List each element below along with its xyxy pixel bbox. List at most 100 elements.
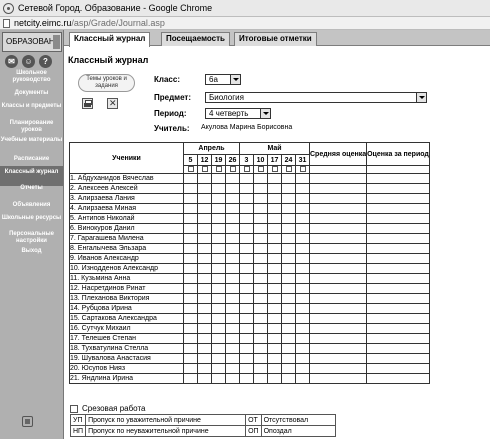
tab-attendance[interactable]: Посещаемость <box>161 32 230 46</box>
grade-cell[interactable] <box>295 353 310 364</box>
grade-cell[interactable] <box>239 233 254 244</box>
grade-cell[interactable] <box>225 223 240 234</box>
users-icon[interactable]: ☺ <box>22 55 35 68</box>
grade-cell[interactable] <box>225 333 240 344</box>
grade-cell[interactable] <box>183 323 198 334</box>
grade-cell[interactable] <box>183 243 198 254</box>
grade-cell[interactable] <box>267 343 282 354</box>
grade-cell[interactable] <box>183 213 198 224</box>
grade-cell[interactable] <box>183 353 198 364</box>
grade-cell[interactable] <box>267 243 282 254</box>
grade-cell[interactable] <box>211 283 226 294</box>
grade-cell[interactable] <box>253 313 268 324</box>
grade-cell[interactable] <box>211 253 226 264</box>
grade-cell[interactable] <box>281 193 296 204</box>
grade-cell[interactable] <box>253 333 268 344</box>
grade-cell[interactable] <box>183 253 198 264</box>
grade-cell[interactable] <box>295 213 310 224</box>
sidebar-item-class-journal[interactable]: Классный журнал <box>0 166 63 186</box>
grade-cell[interactable] <box>295 203 310 214</box>
grade-cell[interactable] <box>183 223 198 234</box>
grade-cell[interactable] <box>239 223 254 234</box>
day-header[interactable]: 10 <box>253 154 268 166</box>
grade-cell[interactable] <box>211 203 226 214</box>
grade-cell[interactable] <box>253 373 268 384</box>
grade-cell[interactable] <box>239 343 254 354</box>
grade-cell[interactable] <box>197 303 212 314</box>
grade-cell[interactable] <box>267 263 282 274</box>
grade-cell[interactable] <box>225 203 240 214</box>
column-checkbox[interactable] <box>285 166 292 173</box>
grade-cell[interactable] <box>197 313 212 324</box>
grade-cell[interactable] <box>211 333 226 344</box>
grade-cell[interactable] <box>183 273 198 284</box>
grade-cell[interactable] <box>253 173 268 184</box>
grade-cell[interactable] <box>197 343 212 354</box>
grade-cell[interactable] <box>239 323 254 334</box>
grade-cell[interactable] <box>281 263 296 274</box>
grade-cell[interactable] <box>225 253 240 264</box>
grade-cell[interactable] <box>225 213 240 224</box>
grade-cell[interactable] <box>281 223 296 234</box>
grade-cell[interactable] <box>295 343 310 354</box>
grade-cell[interactable] <box>267 283 282 294</box>
grade-cell[interactable] <box>225 363 240 374</box>
class-select[interactable]: 6а <box>205 74 241 85</box>
grade-cell[interactable] <box>211 343 226 354</box>
day-header[interactable]: 31 <box>295 154 310 166</box>
grade-cell[interactable] <box>295 273 310 284</box>
column-checkbox[interactable] <box>271 166 278 173</box>
grade-cell[interactable] <box>197 213 212 224</box>
grade-cell[interactable] <box>239 253 254 264</box>
print-icon[interactable] <box>82 98 93 109</box>
grade-cell[interactable] <box>267 373 282 384</box>
grade-cell[interactable] <box>253 233 268 244</box>
grade-cell[interactable] <box>239 173 254 184</box>
grade-cell[interactable] <box>225 193 240 204</box>
sidebar-item-school-resources[interactable]: Школьные ресурсы <box>0 215 63 222</box>
address-bar[interactable]: netcity.eimc.ru/asp/Grade/Journal.asp <box>0 17 490 30</box>
grade-cell[interactable] <box>211 243 226 254</box>
column-checkbox[interactable] <box>187 166 194 173</box>
lesson-topics-button[interactable]: Темы уроков и задания <box>78 74 135 92</box>
period-select[interactable]: 4 четверть <box>205 108 271 119</box>
grade-cell[interactable] <box>197 283 212 294</box>
day-header[interactable]: 24 <box>281 154 296 166</box>
grade-cell[interactable] <box>281 243 296 254</box>
grade-cell[interactable] <box>211 183 226 194</box>
grade-cell[interactable] <box>281 373 296 384</box>
grade-cell[interactable] <box>267 233 282 244</box>
grade-cell[interactable] <box>225 263 240 274</box>
grade-cell[interactable] <box>211 263 226 274</box>
grade-cell[interactable] <box>197 183 212 194</box>
grade-cell[interactable] <box>239 333 254 344</box>
grade-cell[interactable] <box>267 353 282 364</box>
grade-cell[interactable] <box>211 353 226 364</box>
grade-cell[interactable] <box>225 233 240 244</box>
grade-cell[interactable] <box>295 193 310 204</box>
grade-cell[interactable] <box>197 323 212 334</box>
grade-cell[interactable] <box>211 313 226 324</box>
grade-cell[interactable] <box>225 293 240 304</box>
grade-cell[interactable] <box>239 283 254 294</box>
column-checkbox[interactable] <box>201 166 208 173</box>
grade-cell[interactable] <box>281 273 296 284</box>
grade-cell[interactable] <box>239 273 254 284</box>
grade-cell[interactable] <box>197 373 212 384</box>
grade-cell[interactable] <box>253 193 268 204</box>
grade-cell[interactable] <box>183 313 198 324</box>
grade-cell[interactable] <box>295 303 310 314</box>
grade-cell[interactable] <box>183 173 198 184</box>
grade-cell[interactable] <box>239 353 254 364</box>
grade-cell[interactable] <box>183 263 198 274</box>
grade-cell[interactable] <box>239 373 254 384</box>
grade-cell[interactable] <box>225 353 240 364</box>
grade-cell[interactable] <box>253 303 268 314</box>
grade-cell[interactable] <box>197 193 212 204</box>
grade-cell[interactable] <box>253 293 268 304</box>
grade-cell[interactable] <box>253 213 268 224</box>
grade-cell[interactable] <box>267 323 282 334</box>
grade-cell[interactable] <box>295 283 310 294</box>
grade-cell[interactable] <box>267 293 282 304</box>
day-header[interactable]: 5 <box>183 154 198 166</box>
